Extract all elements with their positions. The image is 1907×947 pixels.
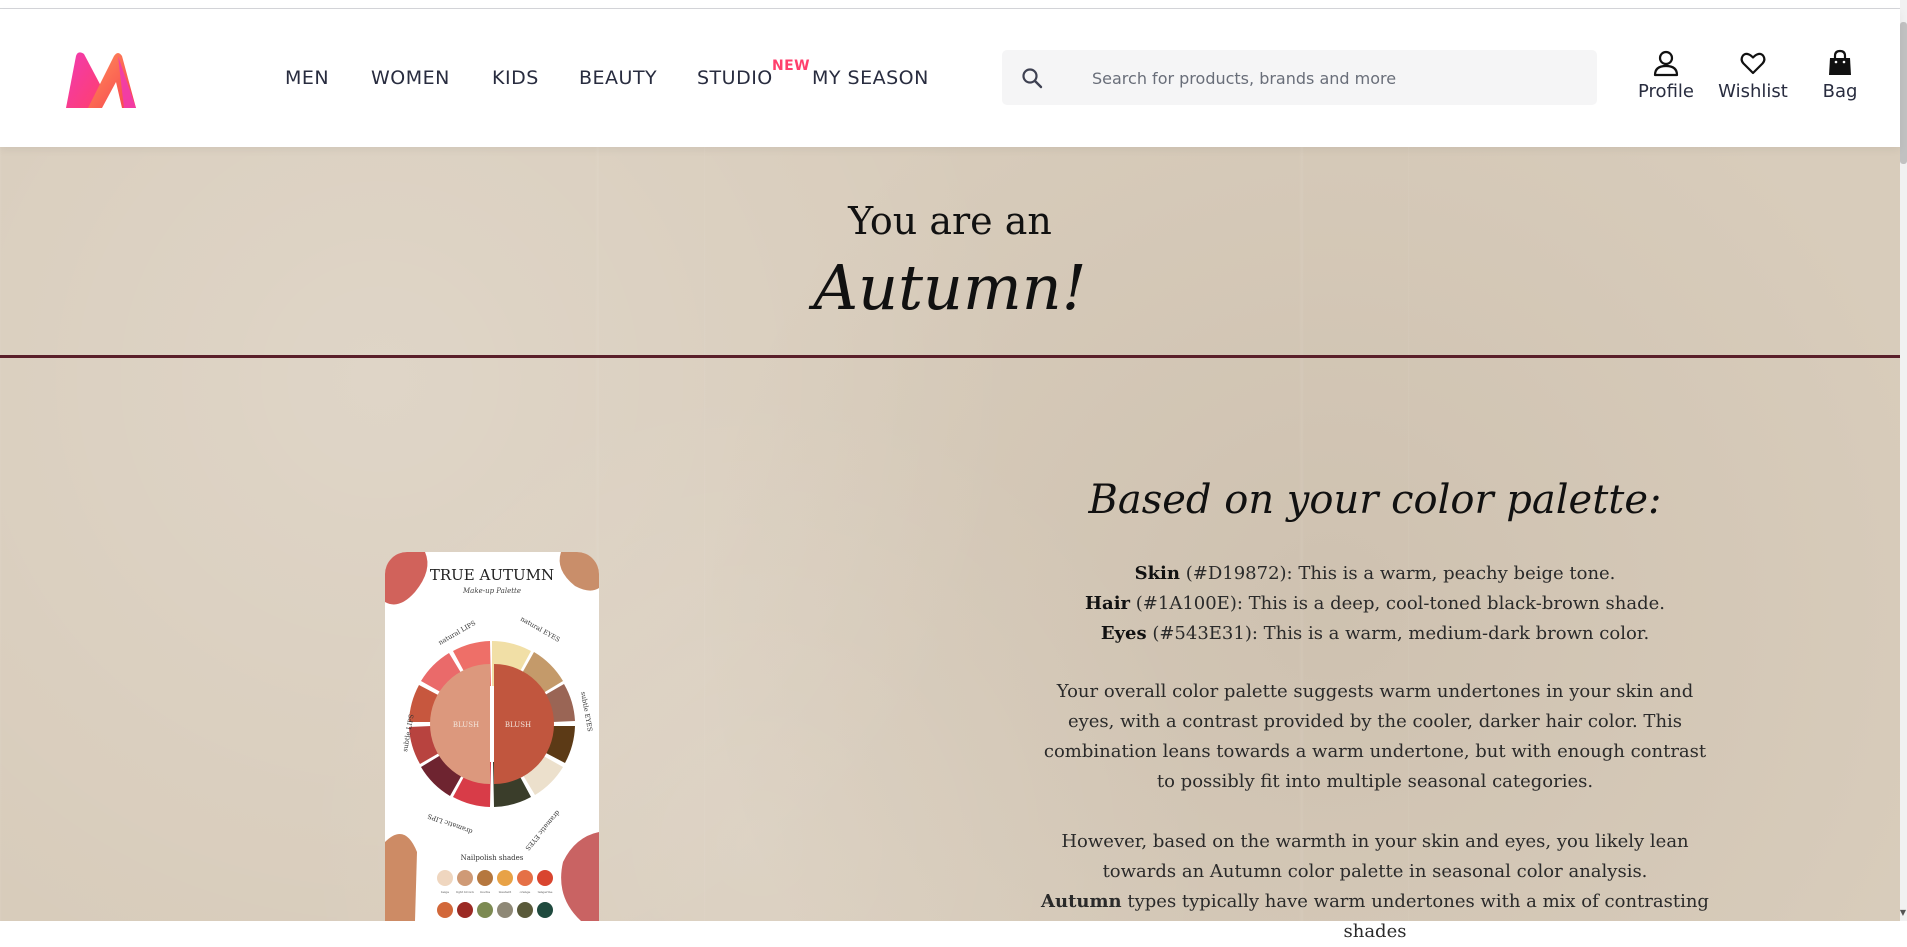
page-scrollbar[interactable]: ▼ xyxy=(1900,0,1907,921)
search-icon[interactable] xyxy=(1020,66,1044,90)
autumn-types-paragraph: Autumn types typically have warm underto… xyxy=(1032,887,1718,947)
skin-attribute: Skin (#D19872): This is a warm, peachy b… xyxy=(1020,563,1730,584)
search-bar xyxy=(1002,50,1597,107)
eyes-hex: (#543E31) xyxy=(1152,623,1252,644)
eyes-label: Eyes xyxy=(1100,623,1147,644)
profile-icon xyxy=(1653,50,1679,77)
wishlist-button[interactable]: Wishlist xyxy=(1717,49,1789,102)
season-result-section: You are an Autumn! TRUE AUTUMN Make-up P… xyxy=(0,147,1900,942)
palette-title: TRUE AUTUMN xyxy=(430,566,554,584)
scrollbar-thumb[interactable] xyxy=(1900,22,1907,164)
autumn-lean-paragraph: However, based on the warmth in your ski… xyxy=(1061,831,1689,882)
wheel-label-natural-eyes: natural EYES xyxy=(519,615,561,644)
nail-name-3: mocha xyxy=(480,890,490,894)
nav-studio[interactable]: STUDIO xyxy=(697,67,773,89)
autumn-bold: Autumn xyxy=(1041,891,1122,912)
nav-kids[interactable]: KIDS xyxy=(492,67,539,89)
section-divider xyxy=(0,355,1900,358)
wheel-label-dramatic-lips: dramatic LIPS xyxy=(427,812,474,836)
undertone-paragraph: Your overall color palette suggests warm… xyxy=(1043,681,1707,792)
wheel-label-dramatic-eyes: dramatic EYES xyxy=(523,809,561,852)
nav-women[interactable]: WOMEN xyxy=(371,67,450,89)
heart-icon xyxy=(1740,52,1766,75)
new-badge: NEW xyxy=(772,58,810,74)
nail-name-5: orange xyxy=(520,890,531,894)
palette-subtitle: Make-up Palette xyxy=(462,587,521,595)
wheel-label-subtle-eyes: subtle EYES xyxy=(579,691,594,732)
search-input[interactable] xyxy=(1090,50,1584,107)
wishlist-label: Wishlist xyxy=(1718,81,1788,102)
nailpolish-heading: Nailpolish shades xyxy=(461,854,524,862)
eyes-attribute: Eyes (#543E31): This is a warm, medium-d… xyxy=(1020,623,1730,644)
browser-top-edge xyxy=(0,0,1900,9)
nail-name-4: mustard xyxy=(499,890,512,894)
hair-hex: (#1A100E) xyxy=(1135,593,1237,614)
autumn-types-text: types typically have warm undertones wit… xyxy=(1121,891,1709,942)
site-header: MEN WOMEN KIDS BEAUTY STUDIO NEW MY SEAS… xyxy=(0,9,1900,147)
bag-label: Bag xyxy=(1822,81,1858,102)
skin-hex: (#D19872) xyxy=(1185,563,1287,584)
wheel-label-natural-lips: natural LIPS xyxy=(437,619,477,647)
myntra-logo[interactable] xyxy=(62,50,140,112)
skin-description: : This is a warm, peachy beige tone. xyxy=(1286,563,1616,584)
nav-men[interactable]: MEN xyxy=(285,67,329,89)
nail-name-1: beige xyxy=(441,890,450,894)
nail-name-2: light brown xyxy=(456,890,474,894)
hair-description: : This is a deep, cool-toned black-brown… xyxy=(1236,593,1665,614)
nail-name-6: tangerine xyxy=(538,890,553,894)
bag-icon xyxy=(1829,49,1851,75)
season-title: Autumn! xyxy=(813,251,1087,324)
bag-button[interactable]: Bag xyxy=(1820,49,1860,102)
scroll-down-arrow-icon[interactable]: ▼ xyxy=(1900,908,1906,917)
hair-label: Hair xyxy=(1085,593,1131,614)
skin-label: Skin xyxy=(1134,563,1180,584)
profile-label: Profile xyxy=(1638,81,1694,102)
eyes-description: : This is a warm, medium-dark brown colo… xyxy=(1251,623,1650,644)
blush-label-left: BLUSH xyxy=(453,721,479,729)
true-autumn-palette-image: TRUE AUTUMN Make-up Palette BLUSH BLUSH xyxy=(385,552,599,921)
hair-attribute: Hair (#1A100E): This is a deep, cool-ton… xyxy=(1020,593,1730,614)
analysis-heading: Based on your color palette: xyxy=(1088,477,1662,523)
nav-my-season[interactable]: MY SEASON xyxy=(812,67,929,89)
profile-button[interactable]: Profile xyxy=(1638,49,1694,102)
nav-beauty[interactable]: BEAUTY xyxy=(579,67,657,89)
result-intro: You are an xyxy=(848,199,1052,243)
blush-label-right: BLUSH xyxy=(505,721,531,729)
